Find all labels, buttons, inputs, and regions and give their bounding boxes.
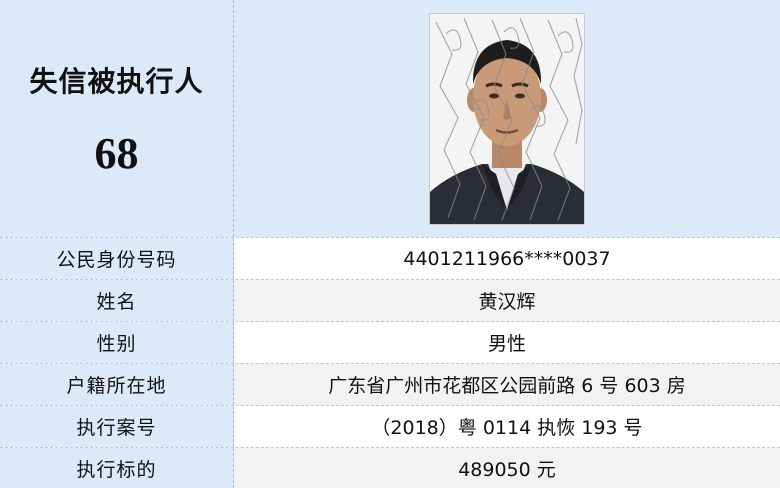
id-number-value: 4401211966****0037 — [403, 247, 611, 270]
case-number-value: （2018）粤 0114 执恢 193 号 — [371, 417, 643, 439]
name-label: 姓名 — [96, 291, 137, 313]
domicile-row: 户籍所在地 广东省广州市花都区公园前路 6 号 603 房 — [0, 364, 780, 405]
execution-amount-label: 执行标的 — [76, 458, 157, 481]
header-label-cell: 失信被执行人 68 — [0, 0, 234, 237]
case-number-label: 执行案号 — [76, 417, 157, 439]
gender-row: 性别 男性 — [0, 322, 780, 363]
photo-cell — [234, 0, 780, 237]
portrait-photo — [429, 12, 585, 225]
portrait-image — [430, 13, 584, 224]
gender-label: 性别 — [96, 333, 137, 355]
execution-amount-value: 489050 元 — [458, 458, 556, 481]
domicile-label: 户籍所在地 — [66, 375, 167, 397]
id-number-label: 公民身份号码 — [56, 249, 177, 271]
domicile-value: 广东省广州市花都区公园前路 6 号 603 房 — [328, 375, 686, 397]
gender-value: 男性 — [487, 333, 526, 355]
execution-amount-row: 执行标的 489050 元 — [0, 448, 780, 488]
case-number-row: 执行案号 （2018）粤 0114 执恢 193 号 — [0, 406, 780, 447]
name-row: 姓名 黄汉辉 — [0, 280, 780, 321]
header-row: 失信被执行人 68 — [0, 0, 780, 237]
name-value: 黄汉辉 — [478, 291, 536, 313]
debtor-info-card: 失信被执行人 68 公民身份号码 4401211966****0037 姓名 黄… — [0, 0, 780, 488]
id-number-row: 公民身份号码 4401211966****0037 — [0, 238, 780, 279]
card-title: 失信被执行人 — [29, 65, 204, 98]
record-number: 68 — [94, 129, 139, 178]
